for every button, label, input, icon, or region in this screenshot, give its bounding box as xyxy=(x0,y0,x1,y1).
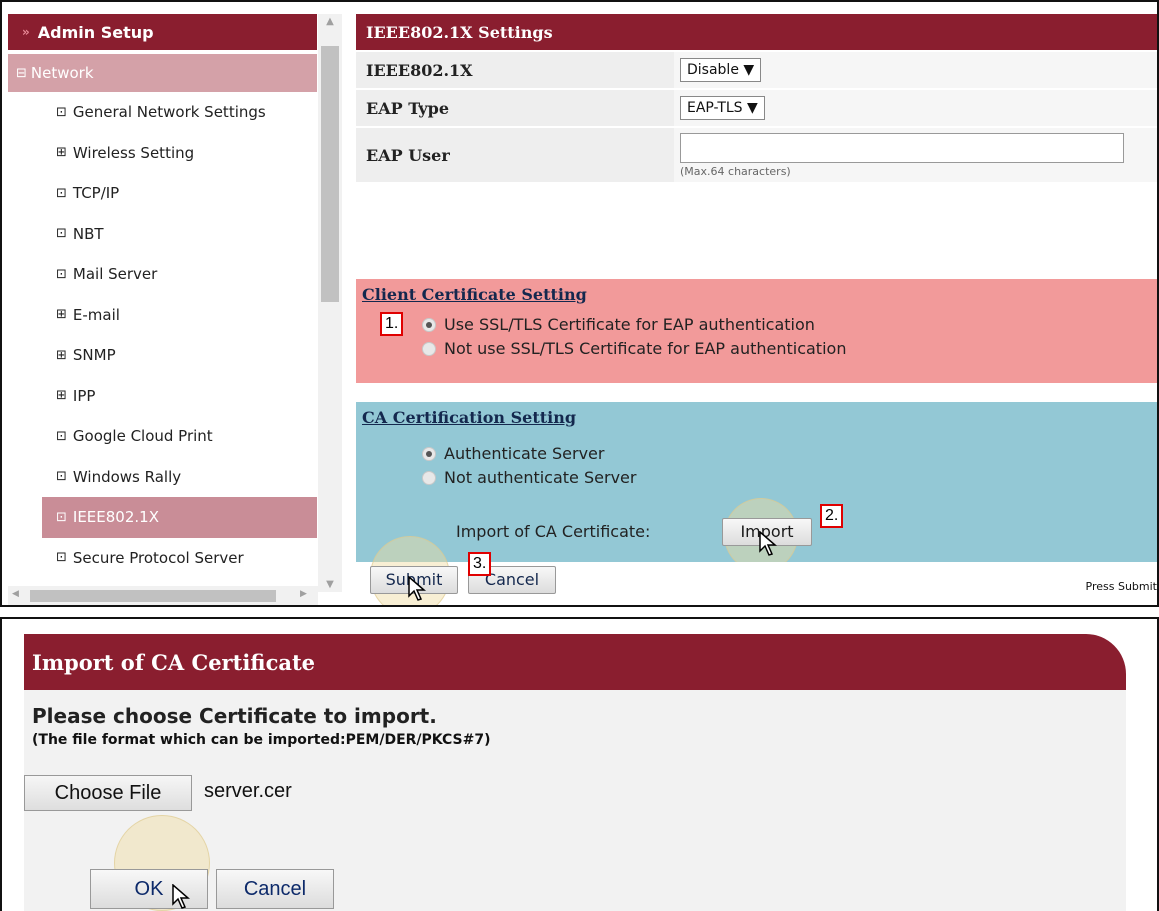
sidebar-item-windows-rally[interactable]: ⊡ Windows Rally xyxy=(8,457,317,498)
sidebar-item-label: IPP xyxy=(72,386,96,405)
import-ca-label: Import of CA Certificate: xyxy=(456,522,651,541)
sidebar-item-snmp[interactable]: ⊞ SNMP xyxy=(8,335,317,376)
radio-not-use-ssl-tls[interactable]: Not use SSL/TLS Certificate for EAP auth… xyxy=(422,339,846,358)
eap-user-input[interactable] xyxy=(680,132,1124,163)
page-icon: ⊡ xyxy=(56,266,67,282)
step-marker-2: 2. xyxy=(820,504,844,528)
radio-selected-icon xyxy=(422,317,436,332)
page-icon: ⊡ xyxy=(56,226,67,242)
eap-user-hint: (Max.64 characters) xyxy=(680,164,791,178)
mouse-pointer-icon xyxy=(172,884,191,909)
scroll-thumb[interactable] xyxy=(321,46,339,302)
ca-certification-section: CA Certification Setting Authenticate Se… xyxy=(356,402,1157,572)
sidebar-vertical-scrollbar[interactable]: ▲ ▼ xyxy=(318,14,342,592)
sidebar-item-label: Mail Server xyxy=(72,265,158,284)
sidebar-item-label: E-mail xyxy=(72,305,120,324)
mouse-pointer-icon xyxy=(408,576,427,601)
sidebar-item-label: Windows Rally xyxy=(72,467,182,486)
sidebar-item-label: NBT xyxy=(72,224,104,243)
sidebar-item-wireless-setting[interactable]: ⊞ Wireless Setting xyxy=(8,133,317,174)
radio-not-authenticate-server[interactable]: Not authenticate Server xyxy=(422,468,636,487)
page-icon: ⊡ xyxy=(56,185,67,201)
sidebar-item-general-network-settings[interactable]: ⊡ General Network Settings xyxy=(8,92,317,133)
step-marker-1: 1. xyxy=(380,312,404,336)
radio-unselected-icon xyxy=(422,470,436,485)
ieee8021x-label: IEEE802.1X xyxy=(356,52,674,88)
scroll-left-icon[interactable]: ◀ xyxy=(12,589,19,599)
footer-note: Press Submit xyxy=(1085,580,1157,593)
scroll-right-icon[interactable]: ▶ xyxy=(300,589,307,599)
expand-icon: ⊞ xyxy=(56,388,67,404)
sidebar-horizontal-scrollbar[interactable]: ◀ ▶ xyxy=(8,586,318,605)
choose-file-button[interactable]: Choose File xyxy=(24,775,192,811)
sidebar-header[interactable]: » Admin Setup xyxy=(8,14,317,50)
import-dialog-panel: Import of CA Certificate Please choose C… xyxy=(0,617,1159,911)
sidebar-item-label: Google Cloud Print xyxy=(72,427,213,446)
dialog-subheading: (The file format which can be imported:P… xyxy=(32,732,491,748)
radio-use-ssl-tls[interactable]: Use SSL/TLS Certificate for EAP authenti… xyxy=(422,315,815,334)
expand-icon: ⊞ xyxy=(56,145,67,161)
client-certificate-section: Client Certificate Setting 1. Use SSL/TL… xyxy=(356,279,1157,383)
scroll-down-icon[interactable]: ▼ xyxy=(318,579,342,590)
client-certificate-title: Client Certificate Setting xyxy=(362,285,587,304)
sidebar-item-secure-protocol-server[interactable]: ⊡ Secure Protocol Server xyxy=(8,538,317,579)
step-marker-3: 3. xyxy=(468,552,492,576)
dialog-body: Please choose Certificate to import. (Th… xyxy=(24,690,1126,911)
form-footer: Submit Cancel 3. Press Submit xyxy=(356,536,1157,605)
expand-icon: ⊞ xyxy=(56,307,67,323)
dialog-heading: Please choose Certificate to import. xyxy=(32,704,437,728)
page-icon: ⊡ xyxy=(56,509,67,525)
sidebar-item-label: TCP/IP xyxy=(72,184,120,203)
radio-unselected-icon xyxy=(422,341,436,356)
sidebar-item-mail-server[interactable]: ⊡ Mail Server xyxy=(8,254,317,295)
radio-label: Not use SSL/TLS Certificate for EAP auth… xyxy=(444,339,847,358)
page-icon: ⊡ xyxy=(56,428,67,444)
page-icon: ⊡ xyxy=(56,469,67,485)
double-chevron-icon: » xyxy=(22,25,30,39)
sidebar-item-label: IEEE802.1X xyxy=(72,508,159,527)
collapse-icon: ⊟ xyxy=(16,65,27,81)
selected-file-name: server.cer xyxy=(204,780,292,802)
sidebar-item-tcp-ip[interactable]: ⊡ TCP/IP xyxy=(8,173,317,214)
sidebar-item-google-cloud-print[interactable]: ⊡ Google Cloud Print xyxy=(8,416,317,457)
page-title: IEEE802.1X Settings xyxy=(356,14,1157,50)
radio-label: Not authenticate Server xyxy=(444,468,637,487)
scroll-up-icon[interactable]: ▲ xyxy=(318,16,342,27)
eap-type-select[interactable]: EAP-TLS ▼ xyxy=(680,96,765,120)
sidebar-item-nbt[interactable]: ⊡ NBT xyxy=(8,214,317,255)
eap-type-label: EAP Type xyxy=(356,90,674,126)
mouse-pointer-icon xyxy=(759,531,778,556)
dialog-cancel-button[interactable]: Cancel xyxy=(216,869,334,909)
eap-user-row: EAP User (Max.64 characters) xyxy=(356,128,1157,182)
sidebar-item-ieee8021x[interactable]: ⊡ IEEE802.1X xyxy=(42,497,317,538)
ieee8021x-select[interactable]: Disable ▼ xyxy=(680,58,762,82)
admin-screen-panel: » Admin Setup ⊟ Network ⊡ General Networ… xyxy=(0,0,1159,607)
sidebar-item-label: Wireless Setting xyxy=(72,143,195,162)
page-icon: ⊡ xyxy=(56,104,67,120)
sidebar-item-ipp[interactable]: ⊞ IPP xyxy=(8,376,317,417)
page-icon: ⊡ xyxy=(56,550,67,566)
sidebar-item-label: SNMP xyxy=(72,346,116,365)
eap-type-row: EAP Type EAP-TLS ▼ xyxy=(356,90,1157,126)
dialog-title: Import of CA Certificate xyxy=(24,634,1126,690)
sidebar-list: ⊡ General Network Settings ⊞ Wireless Se… xyxy=(8,92,317,578)
radio-label: Use SSL/TLS Certificate for EAP authenti… xyxy=(444,315,815,334)
settings-main: IEEE802.1X Settings IEEE802.1X Disable ▼… xyxy=(356,14,1157,605)
sidebar-item-network[interactable]: ⊟ Network xyxy=(8,54,317,92)
ieee8021x-row: IEEE802.1X Disable ▼ xyxy=(356,52,1157,88)
sidebar-item-label: Secure Protocol Server xyxy=(72,548,244,567)
scroll-thumb[interactable] xyxy=(30,590,276,602)
radio-label: Authenticate Server xyxy=(444,444,605,463)
sidebar-header-label: Admin Setup xyxy=(37,22,154,42)
sidebar-item-label: General Network Settings xyxy=(72,103,266,122)
radio-selected-icon xyxy=(422,446,436,461)
expand-icon: ⊞ xyxy=(56,347,67,363)
sidebar-item-label: Network xyxy=(30,64,94,82)
ca-certification-title: CA Certification Setting xyxy=(362,408,577,427)
eap-user-label: EAP User xyxy=(356,128,674,182)
sidebar: » Admin Setup ⊟ Network ⊡ General Networ… xyxy=(8,14,317,586)
sidebar-item-e-mail[interactable]: ⊞ E-mail xyxy=(8,295,317,336)
radio-authenticate-server[interactable]: Authenticate Server xyxy=(422,444,604,463)
